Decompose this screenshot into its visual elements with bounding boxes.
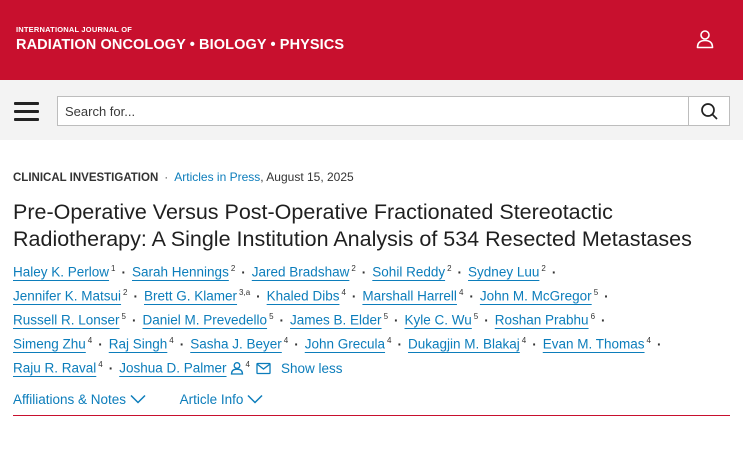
author-link[interactable]: Haley K. Perlow	[13, 265, 109, 280]
affiliation-sup: 6	[590, 312, 596, 321]
affiliation-sup: 5	[383, 312, 389, 321]
affiliation-sup: 4	[341, 288, 346, 297]
affiliation-sup: 2	[230, 264, 236, 273]
author-separator: ·	[241, 264, 246, 280]
author-separator: ·	[133, 288, 139, 304]
site-header: INTERNATIONAL JOURNAL OF RADIATION ONCOL…	[0, 0, 743, 80]
author-link[interactable]: Raj Singh	[109, 337, 168, 352]
meta-separator: ·	[164, 170, 169, 184]
chevron-down-icon	[247, 394, 263, 404]
author-line-1: Haley K. Perlow 1 · Sarah Hennings 2 · Jared B…	[13, 264, 562, 280]
author-link[interactable]: Evan M. Thomas	[543, 337, 645, 352]
author-separator: ·	[604, 288, 609, 304]
affiliation-sup: 2	[123, 288, 128, 297]
affiliation-sup: 2	[351, 264, 356, 273]
author-link[interactable]: John M. McGregor	[480, 289, 592, 304]
magnifier-icon	[701, 103, 718, 120]
search-button[interactable]	[688, 96, 730, 126]
search-bar-row	[0, 80, 743, 140]
author-separator: ·	[121, 264, 127, 280]
article-meta: CLINICAL INVESTIGATION · Articles in Press…	[13, 170, 354, 184]
affiliation-sup: 2	[447, 264, 452, 273]
article-info-toggle[interactable]: Article Info	[180, 392, 264, 407]
article-title: Pre-Operative Versus Post-Operative Frac…	[13, 200, 692, 251]
chevron-down-icon	[130, 394, 146, 404]
affiliation-sup: 4	[245, 360, 250, 369]
author-link[interactable]: Marshall Harrell	[362, 289, 457, 304]
affiliation-sup: 2	[541, 264, 546, 273]
author-link[interactable]: Jared Bradshaw	[252, 265, 350, 280]
email-icon[interactable]	[256, 362, 271, 378]
author-separator: ·	[132, 312, 137, 328]
author-link[interactable]: James B. Elder	[290, 313, 382, 328]
author-separator: ·	[179, 336, 185, 352]
author-link[interactable]: Simeng Zhu	[13, 337, 86, 352]
hamburger-menu-icon[interactable]	[14, 102, 39, 121]
author-link[interactable]: Dukagjin M. Blakaj	[408, 337, 520, 352]
author-link[interactable]: Sasha J. Beyer	[190, 337, 282, 352]
search-input[interactable]	[57, 96, 689, 126]
author-separator: ·	[657, 336, 662, 352]
article-tabs: Affiliations & Notes Article Info	[13, 392, 293, 407]
author-separator: ·	[457, 264, 463, 280]
affiliation-sup: 4	[98, 360, 103, 369]
author-separator: ·	[484, 312, 489, 328]
affiliations-notes-toggle[interactable]: Affiliations & Notes	[13, 392, 146, 407]
author-link[interactable]: Daniel M. Prevedello	[143, 313, 268, 328]
affiliation-sup: 5	[473, 312, 479, 321]
author-link[interactable]: Sydney Luu	[468, 265, 539, 280]
affiliation-sup: 4	[169, 336, 174, 345]
author-link[interactable]: Kyle C. Wu	[405, 313, 472, 328]
affiliation-sup: 4	[87, 336, 93, 345]
author-link[interactable]: John Grecula	[305, 337, 385, 352]
author-link[interactable]: Russell R. Lonser	[13, 313, 120, 328]
author-link[interactable]: Roshan Prabhu	[495, 313, 589, 328]
author-separator: ·	[394, 312, 399, 328]
affiliation-sup: 4	[283, 336, 289, 345]
affiliation-sup: 5	[593, 288, 599, 297]
affiliation-sup: 5	[269, 312, 274, 321]
author-link[interactable]: Joshua D. Palmer	[119, 361, 226, 376]
journal-prefix[interactable]: INTERNATIONAL JOURNAL OF	[16, 25, 132, 34]
affiliation-sup: 3,a	[239, 288, 251, 297]
divider	[13, 415, 730, 416]
author-separator: ·	[256, 288, 261, 304]
author-separator: ·	[532, 336, 537, 352]
affiliation-sup: 1	[111, 264, 116, 273]
author-separator: ·	[361, 264, 367, 280]
affiliation-sup: 4	[387, 336, 392, 345]
author-separator: ·	[98, 336, 103, 352]
publication-date: , August 15, 2025	[260, 170, 354, 184]
author-line-2: Jennifer K. Matsui 2 · Brett G. Klamer 3,a · K…	[13, 288, 615, 304]
article-info-label: Article Info	[179, 392, 244, 407]
author-line-5: Raju R. Raval 4 · Joshua D. Palmer 4 Show les…	[13, 360, 343, 378]
author-link[interactable]: Jennifer K. Matsui	[13, 289, 121, 304]
show-less-link[interactable]: Show less	[281, 361, 343, 376]
articles-in-press-link[interactable]: Articles in Press	[174, 170, 260, 184]
author-separator: ·	[294, 336, 299, 352]
affiliation-sup: 4	[458, 288, 464, 297]
affiliations-label: Affiliations & Notes	[13, 392, 127, 407]
author-line-4: Simeng Zhu 4 · Raj Singh 4 · Sasha J. Beyer 4 · J…	[13, 336, 668, 352]
author-link[interactable]: Sarah Hennings	[132, 265, 229, 280]
author-separator: ·	[279, 312, 285, 328]
author-separator: ·	[551, 264, 557, 280]
author-link[interactable]: Sohil Reddy	[372, 265, 445, 280]
journal-logo[interactable]: RADIATION ONCOLOGY • BIOLOGY • PHYSICS	[16, 37, 344, 53]
person-icon[interactable]	[694, 28, 716, 50]
author-separator: ·	[601, 312, 606, 328]
author-separator: ·	[108, 360, 114, 376]
author-separator: ·	[469, 288, 474, 304]
affiliation-sup: 4	[521, 336, 527, 345]
author-link[interactable]: Raju R. Raval	[13, 361, 96, 376]
author-separator: ·	[351, 288, 357, 304]
affiliation-sup: 5	[121, 312, 126, 321]
author-line-3: Russell R. Lonser 5 · Daniel M. Prevedello 5…	[13, 312, 612, 328]
affiliation-sup: 4	[646, 336, 651, 345]
author-link[interactable]: Khaled Dibs	[267, 289, 340, 304]
article-type: CLINICAL INVESTIGATION	[13, 172, 159, 184]
corresponding-author-icon	[230, 361, 244, 378]
author-separator: ·	[397, 336, 403, 352]
author-link[interactable]: Brett G. Klamer	[144, 289, 237, 304]
